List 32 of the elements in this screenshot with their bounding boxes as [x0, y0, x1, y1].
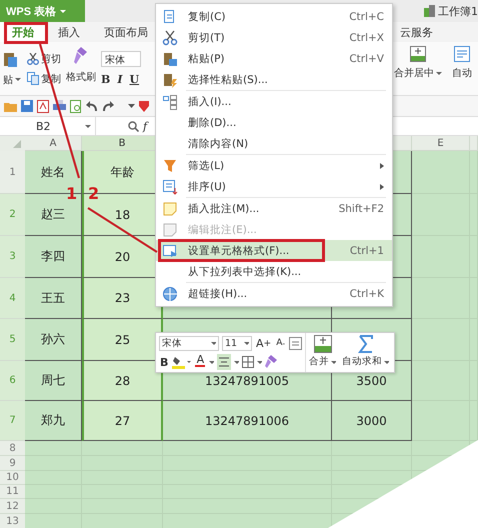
table-cell: 13247891006: [163, 401, 332, 441]
underline-button[interactable]: U: [129, 73, 140, 86]
bold-button[interactable]: B: [101, 73, 110, 86]
table-cell: 23: [82, 278, 163, 319]
table-cell: 27: [82, 401, 163, 441]
name-box[interactable]: B2: [0, 117, 96, 135]
font-size-select[interactable]: 11: [222, 336, 252, 350]
row-header[interactable]: 13: [0, 514, 25, 528]
font-field[interactable]: 宋体: [101, 51, 141, 67]
function-icon[interactable]: f: [143, 120, 148, 132]
menu-item[interactable]: 粘贴(P) Ctrl+V: [156, 48, 392, 69]
row-header[interactable]: 1: [0, 151, 25, 194]
menu-item[interactable]: 删除(D)...: [156, 112, 392, 133]
font-select[interactable]: 宋体: [159, 336, 219, 350]
wrap-text-button[interactable]: 自动: [450, 42, 474, 95]
format-painter-button[interactable]: 格式刷: [64, 42, 98, 95]
row-header[interactable]: 12: [0, 499, 25, 514]
menu-item[interactable]: 筛选(L): [156, 155, 392, 176]
column-header[interactable]: E: [412, 136, 470, 151]
paste-button[interactable]: 贴: [3, 72, 21, 86]
row-header[interactable]: 11: [0, 485, 25, 499]
ribbon-tab[interactable]: 插入: [46, 22, 92, 42]
row-header[interactable]: 9: [0, 456, 25, 471]
column-header[interactable]: A: [25, 136, 82, 151]
menu-item[interactable]: 排序(U): [156, 176, 392, 197]
table-cell: 3000: [332, 401, 412, 441]
italic-button[interactable]: I: [117, 73, 122, 86]
row-header[interactable]: 8: [0, 441, 25, 456]
menu-item[interactable]: 选择性粘贴(S)...: [156, 69, 392, 90]
row-header[interactable]: 10: [0, 471, 25, 485]
document-title: 工作簿1: [438, 4, 478, 18]
menu-item[interactable]: 插入(I)...: [156, 91, 392, 112]
